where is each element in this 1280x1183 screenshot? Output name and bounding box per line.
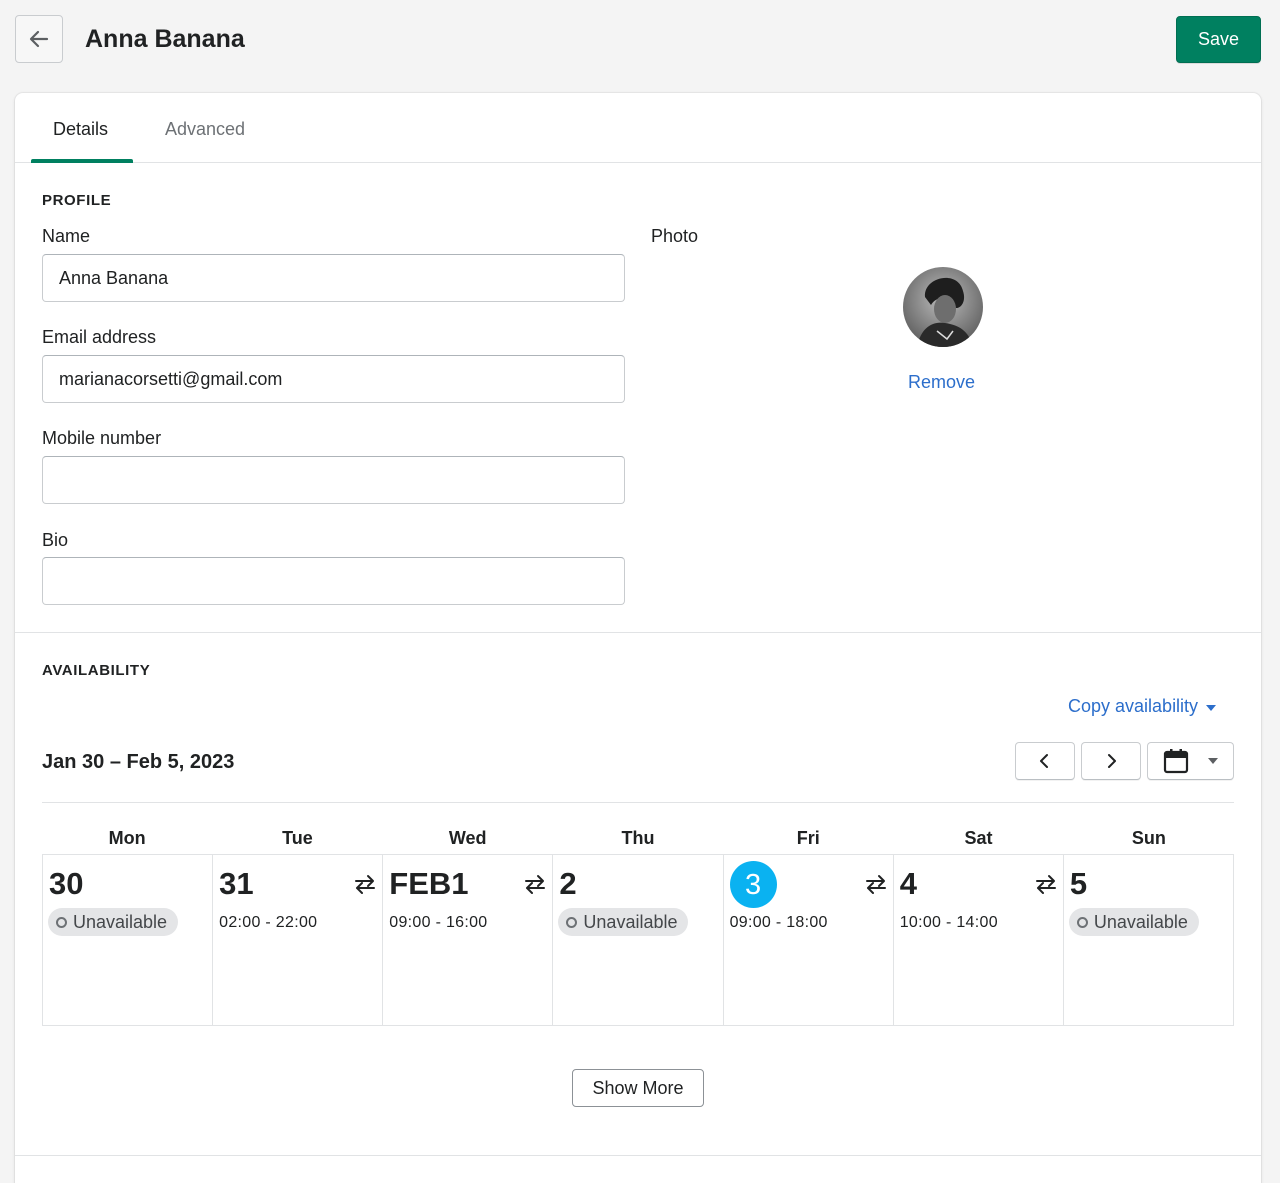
weekday-label: Mon [108,828,146,848]
page-title: Anna Banana [85,25,245,53]
mobile-input[interactable] [42,456,625,504]
day-number: 30 [49,866,84,901]
week-grid: 30 Unavailable 31 02:00 - 22:00 FEB1 09:… [42,854,1234,1026]
mobile-label: Mobile number [42,428,162,448]
tab-details[interactable]: Details [53,119,108,140]
badge-label: Unavailable [73,911,168,932]
status-dot-icon [566,916,578,928]
email-input[interactable] [42,355,625,403]
badge-label: Unavailable [1093,911,1188,932]
day-cell-mon[interactable]: 30 Unavailable [43,855,214,1025]
weekday-label: Tue [282,828,313,848]
remove-photo-link[interactable]: Remove [908,372,975,393]
working-hours: 09:00 - 18:00 [729,914,828,931]
working-hours: 09:00 - 16:00 [389,914,488,931]
availability-section-title: AVAILABILITY [42,662,151,679]
weekday-label: Sun [1131,828,1166,848]
active-tab-indicator [31,159,133,163]
caret-down-icon [1206,704,1217,711]
section-divider [15,632,1261,633]
profile-section-title: PROFILE [42,192,112,209]
day-cell-thu[interactable]: 2 Unavailable [553,855,724,1025]
weekday-label: Fri [796,828,820,848]
name-label: Name [42,226,91,246]
unavailable-badge: Unavailable [1068,908,1199,936]
day-cell-tue[interactable]: 31 02:00 - 22:00 [213,855,384,1025]
status-dot-icon [56,916,67,928]
chevron-right-icon [1108,754,1116,768]
copy-availability-label: Copy availability [1068,696,1199,716]
weekday-label: Wed [448,828,487,848]
day-cell-sat[interactable]: 4 10:00 - 14:00 [894,855,1064,1025]
chevron-left-icon [1040,754,1048,768]
save-button[interactable]: Save [1176,16,1261,63]
copy-availability-dropdown[interactable]: Copy availability [1068,696,1217,717]
weekday-label: Sat [964,828,993,848]
swap-icon[interactable] [354,873,376,895]
day-number: 31 [219,866,254,901]
email-label: Email address [42,327,157,347]
calendar-divider [42,802,1234,803]
caret-down-icon [1207,758,1218,764]
tab-bar: Details Advanced [15,93,1261,163]
swap-icon[interactable] [1035,873,1057,895]
staff-card: Details Advanced PROFILE Name Email addr… [15,93,1261,1183]
day-number: FEB1 [389,866,469,901]
tab-advanced[interactable]: Advanced [165,119,245,140]
unavailable-badge: Unavailable [558,908,689,936]
next-week-button[interactable] [1081,742,1141,780]
section-divider [15,1155,1261,1156]
swap-icon[interactable] [524,873,546,895]
status-dot-icon [1076,916,1088,928]
bio-label: Bio [42,530,69,550]
avatar [903,267,983,347]
weekday-label: Thu [621,828,655,848]
show-more-button[interactable]: Show More [572,1069,704,1107]
name-input[interactable] [42,254,625,302]
day-cell-sun[interactable]: 5 Unavailable [1064,855,1233,1025]
working-hours: 02:00 - 22:00 [219,914,318,931]
badge-label: Unavailable [583,911,678,932]
previous-week-button[interactable] [1015,742,1075,780]
calendar-picker-button[interactable] [1147,742,1234,780]
day-cell-wed[interactable]: FEB1 09:00 - 16:00 [383,855,554,1025]
calendar-icon [1163,749,1188,774]
weekday-header: Mon Tue Wed Thu Fri Sat Sun [42,828,1234,854]
photo-label: Photo [651,226,699,246]
today-day-number: 3 [729,861,777,908]
swap-icon[interactable] [865,873,887,895]
bio-input[interactable] [42,557,625,605]
unavailable-badge: Unavailable [48,908,179,936]
back-button[interactable] [15,15,63,63]
arrow-left-icon [29,30,49,48]
day-number: 5 [1069,866,1088,901]
working-hours: 10:00 - 14:00 [899,914,998,931]
day-number: 2 [559,866,577,901]
date-range-title: Jan 30 – Feb 5, 2023 [42,751,235,773]
day-number: 4 [899,866,917,901]
day-cell-fri[interactable]: 3 09:00 - 18:00 [724,855,894,1025]
